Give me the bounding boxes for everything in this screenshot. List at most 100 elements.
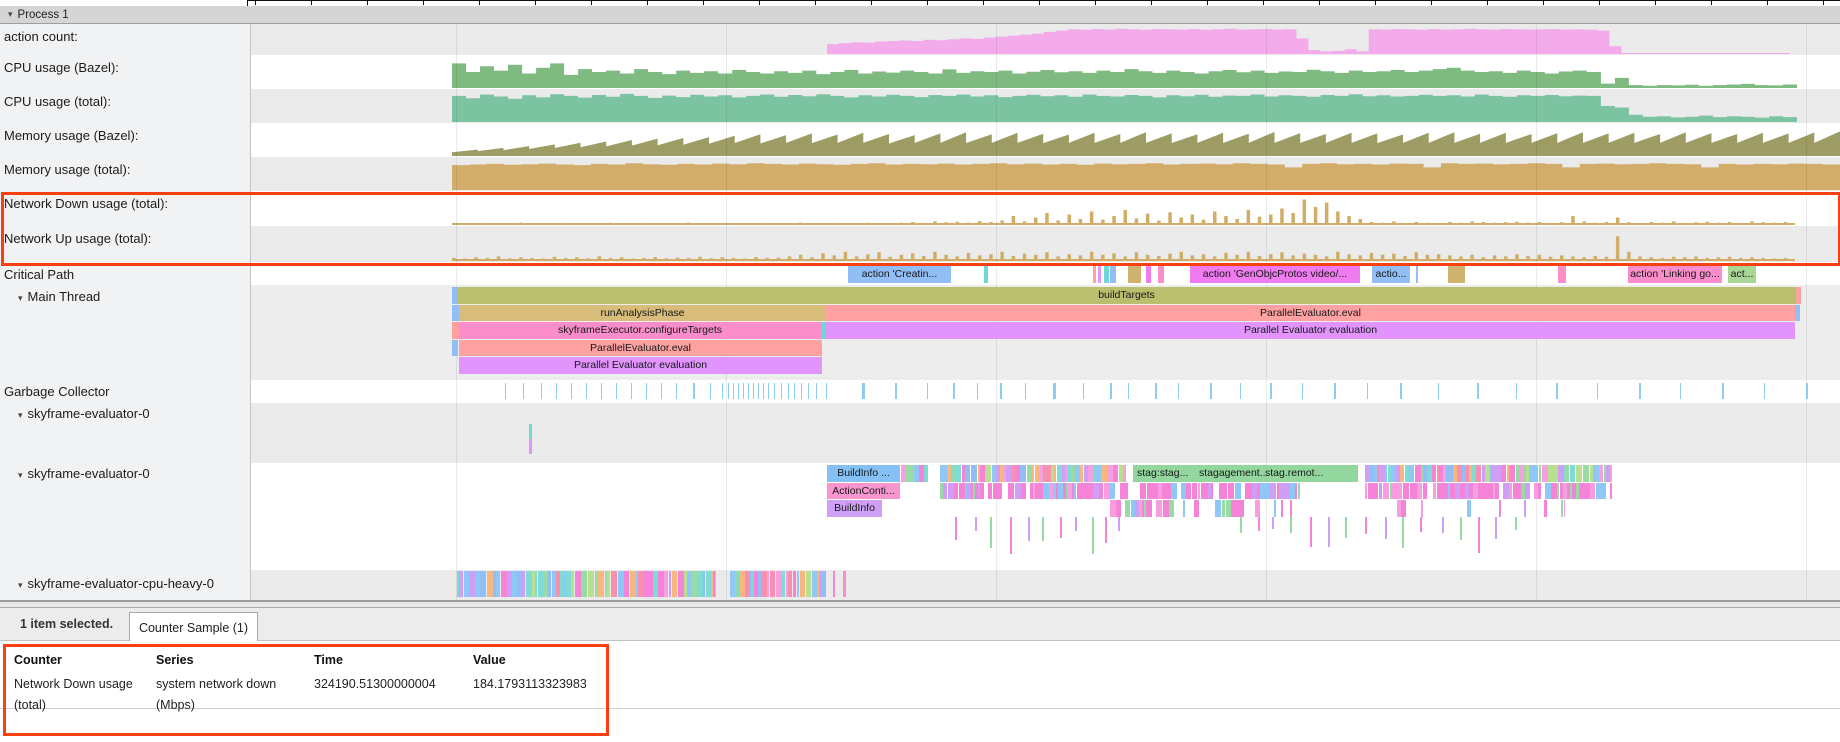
event-sliver[interactable] bbox=[1403, 483, 1409, 500]
event-sliver[interactable] bbox=[1610, 465, 1612, 482]
hanging-event-line[interactable] bbox=[1515, 517, 1517, 530]
event-sliver[interactable] bbox=[1183, 500, 1185, 517]
gc-tick[interactable] bbox=[1639, 383, 1641, 399]
gc-tick[interactable] bbox=[753, 383, 754, 399]
slice[interactable] bbox=[452, 305, 459, 322]
event-sliver[interactable] bbox=[1421, 500, 1423, 517]
gc-tick[interactable] bbox=[571, 383, 572, 399]
gc-tick[interactable] bbox=[808, 383, 809, 399]
cell-value[interactable]: 184.1793113323983 bbox=[473, 674, 587, 695]
gc-tick[interactable] bbox=[738, 383, 739, 399]
slice[interactable] bbox=[452, 340, 458, 357]
gc-tick[interactable] bbox=[1083, 383, 1084, 399]
event-sliver[interactable] bbox=[703, 571, 705, 597]
event-sliver[interactable] bbox=[833, 571, 835, 597]
gc-tick[interactable] bbox=[895, 383, 897, 399]
gc-tick[interactable] bbox=[1680, 383, 1681, 399]
hanging-event-line[interactable] bbox=[975, 517, 977, 531]
event-sliver[interactable] bbox=[782, 571, 785, 597]
slice-parallelevaluator-eval[interactable]: ParallelEvaluator.eval bbox=[826, 305, 1795, 322]
event-sliver[interactable] bbox=[1539, 465, 1541, 482]
event-sliver[interactable] bbox=[1158, 500, 1162, 517]
chart-cpu-usage-bazel-[interactable] bbox=[452, 59, 1797, 88]
critical-path-row[interactable] bbox=[250, 262, 1840, 285]
event-sliver[interactable] bbox=[1557, 483, 1559, 500]
gc-tick[interactable] bbox=[676, 383, 677, 399]
slice[interactable] bbox=[1795, 305, 1800, 322]
hanging-event-line[interactable] bbox=[1365, 517, 1367, 534]
gc-tick[interactable] bbox=[693, 383, 695, 399]
event-sliver[interactable] bbox=[788, 571, 792, 597]
event-sliver[interactable] bbox=[1383, 483, 1389, 500]
event-sliver[interactable] bbox=[1476, 465, 1481, 482]
gc-tick[interactable] bbox=[710, 383, 711, 399]
slice-parallelevaluator-eval[interactable]: ParallelEvaluator.eval bbox=[459, 340, 822, 357]
gc-tick[interactable] bbox=[586, 383, 587, 399]
event-sliver[interactable] bbox=[1290, 500, 1292, 517]
event-sliver[interactable] bbox=[793, 571, 796, 597]
hanging-event-line[interactable] bbox=[1402, 517, 1404, 548]
cell-time[interactable]: 324190.51300000004 bbox=[314, 674, 436, 695]
slice[interactable] bbox=[1158, 265, 1164, 283]
event-sliver[interactable] bbox=[1215, 500, 1221, 517]
gc-tick[interactable] bbox=[1764, 383, 1765, 399]
gc-tick[interactable] bbox=[788, 383, 789, 399]
event-sliver[interactable] bbox=[1211, 483, 1213, 500]
event-sliver[interactable] bbox=[1509, 465, 1515, 482]
gc-tick[interactable] bbox=[646, 383, 647, 399]
gc-tick[interactable] bbox=[541, 383, 542, 399]
hanging-event-line[interactable] bbox=[1385, 517, 1387, 539]
slice-runanalysisphase[interactable]: runAnalysisPhase bbox=[459, 305, 826, 322]
gc-tick[interactable] bbox=[733, 383, 734, 399]
chart-network-down-usage-total-[interactable] bbox=[452, 195, 1795, 225]
gc-tick[interactable] bbox=[1302, 383, 1303, 399]
collapse-arrow-icon[interactable]: ▾ bbox=[8, 9, 13, 20]
tab-counter-sample[interactable]: Counter Sample (1) bbox=[129, 612, 258, 642]
event-sliver[interactable] bbox=[988, 483, 992, 500]
gc-tick[interactable] bbox=[758, 383, 759, 399]
event-sliver[interactable] bbox=[956, 465, 961, 482]
chart-action-count[interactable] bbox=[827, 28, 1790, 54]
slice-action-linking-go-[interactable]: action 'Linking go... bbox=[1628, 265, 1722, 283]
event-sliver[interactable] bbox=[1080, 465, 1083, 482]
event-sliver[interactable] bbox=[611, 571, 617, 597]
event-sliver[interactable] bbox=[1509, 483, 1512, 500]
tiny-slice[interactable] bbox=[529, 439, 532, 454]
event-sliver[interactable] bbox=[1417, 483, 1422, 500]
hanging-event-line[interactable] bbox=[1442, 517, 1444, 533]
event-sliver[interactable] bbox=[1501, 465, 1506, 482]
gc-tick[interactable] bbox=[781, 383, 782, 399]
event-sliver[interactable] bbox=[1576, 465, 1582, 482]
event-sliver[interactable] bbox=[1171, 483, 1177, 500]
event-sliver[interactable] bbox=[1270, 483, 1276, 500]
event-sliver[interactable] bbox=[1123, 465, 1126, 482]
event-sliver[interactable] bbox=[1583, 465, 1589, 482]
event-sliver[interactable] bbox=[1074, 483, 1076, 500]
event-sliver[interactable] bbox=[1186, 483, 1191, 500]
slice[interactable] bbox=[1098, 265, 1101, 283]
slice[interactable] bbox=[1104, 265, 1109, 283]
hanging-event-line[interactable] bbox=[1328, 517, 1330, 547]
event-sliver[interactable] bbox=[1610, 483, 1612, 500]
event-sliver[interactable] bbox=[1148, 500, 1152, 517]
gc-tick[interactable] bbox=[1477, 383, 1479, 399]
timeline-area[interactable]: ▾Process 1action count:CPU usage (Bazel)… bbox=[0, 0, 1840, 600]
event-sliver[interactable] bbox=[1140, 483, 1146, 500]
event-sliver[interactable] bbox=[1570, 465, 1575, 482]
gc-tick[interactable] bbox=[1270, 383, 1272, 399]
event-sliver[interactable] bbox=[1423, 483, 1427, 500]
gc-tick[interactable] bbox=[743, 383, 744, 399]
event-sliver[interactable] bbox=[1274, 500, 1276, 517]
slice[interactable] bbox=[1558, 265, 1566, 283]
hanging-event-line[interactable] bbox=[1420, 517, 1422, 532]
garbage-collector-label[interactable]: Garbage Collector bbox=[4, 384, 110, 399]
gc-tick[interactable] bbox=[1128, 383, 1129, 399]
event-sliver[interactable] bbox=[571, 571, 574, 597]
process-header[interactable]: ▾Process 1 bbox=[0, 6, 1840, 24]
slice[interactable] bbox=[1128, 265, 1141, 283]
col-header-time[interactable]: Time bbox=[314, 653, 343, 667]
chart-memory-usage-bazel-[interactable] bbox=[452, 127, 1840, 156]
hanging-event-line[interactable] bbox=[1290, 517, 1292, 533]
event-sliver[interactable] bbox=[1590, 483, 1595, 500]
event-sliver[interactable] bbox=[1021, 483, 1026, 500]
